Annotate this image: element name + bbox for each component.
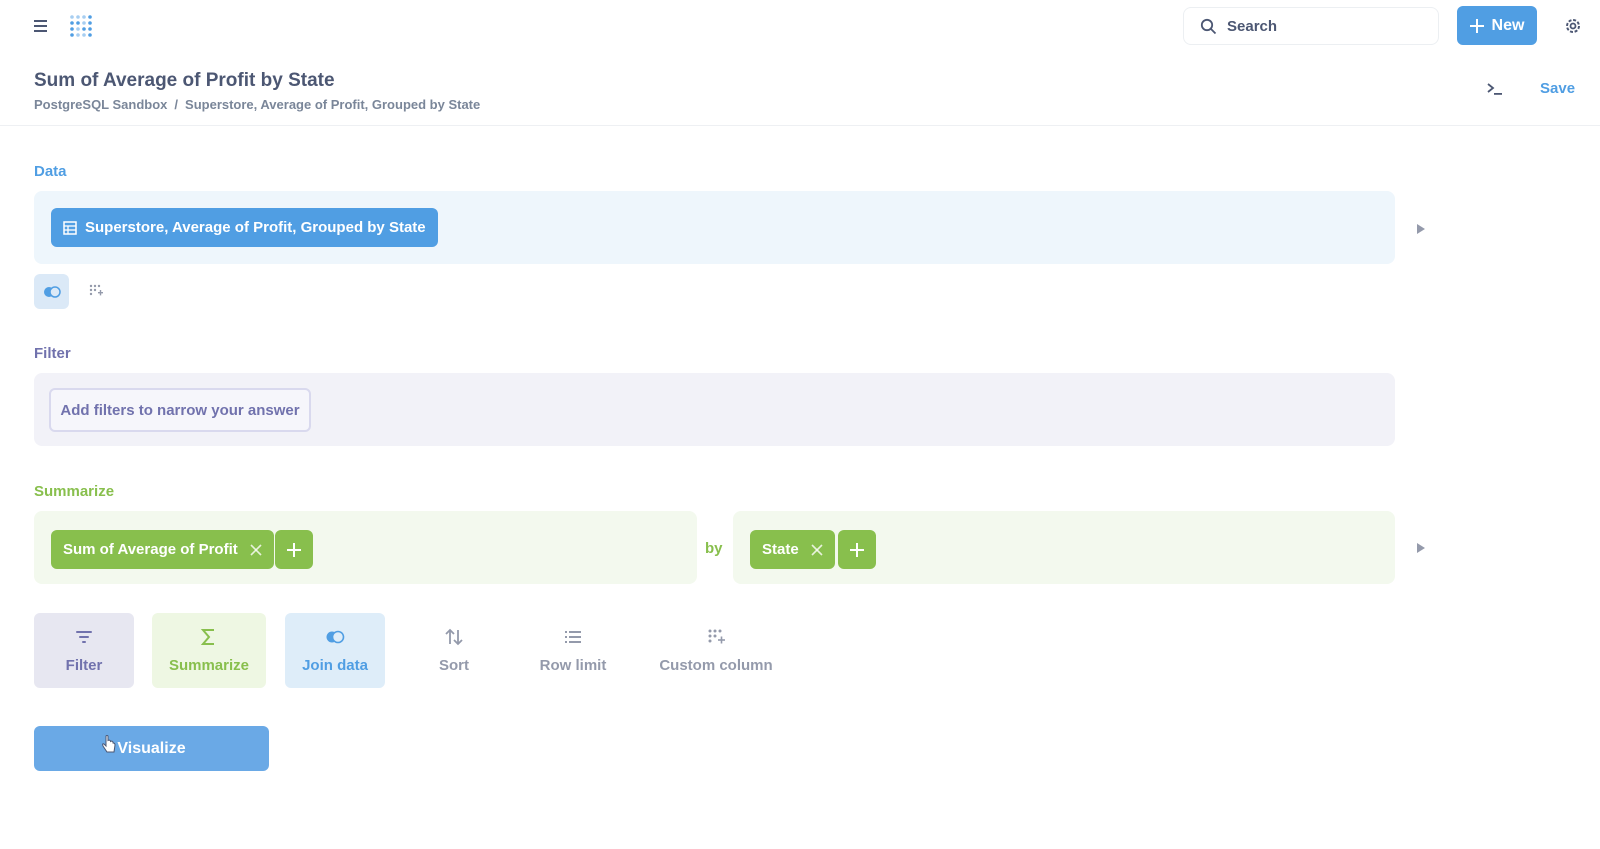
gear-icon[interactable] [1563,16,1583,36]
add-metric-button[interactable] [275,530,313,569]
search-icon [1200,18,1217,34]
custom-column-action-label: Custom column [659,657,773,674]
custom-column-action-button[interactable]: Custom column [655,613,777,688]
custom-column-icon[interactable] [88,283,104,299]
data-section-label: Data [34,163,67,180]
sort-action-button[interactable]: Sort [410,613,498,688]
summarize-action-label: Summarize [168,657,250,674]
table-icon [63,220,77,235]
sort-icon [445,628,463,646]
header-divider [0,125,1600,126]
save-button[interactable]: Save [1540,80,1575,97]
add-filter-button[interactable]: Add filters to narrow your answer [49,388,311,432]
breadcrumb-table[interactable]: Superstore, Average of Profit, Grouped b… [185,97,480,112]
search-bar[interactable]: Search [1183,7,1439,45]
breakout-pill[interactable]: State [750,530,835,569]
join-data-small-button[interactable] [34,274,69,309]
breadcrumb: PostgreSQL Sandbox / Superstore, Average… [34,97,480,112]
row-limit-action-label: Row limit [539,657,607,674]
join-data-action-label: Join data [302,657,368,674]
row-limit-action-button[interactable]: Row limit [530,613,616,688]
join-data-action-button[interactable]: Join data [285,613,385,688]
filter-section-label: Filter [34,345,71,362]
new-button-label: New [1491,16,1525,34]
filter-icon [76,631,92,643]
filter-action-label: Filter [65,657,103,674]
sigma-icon [200,629,214,645]
breadcrumb-separator: / [174,97,179,112]
sort-action-label: Sort [439,657,469,674]
top-navbar: Search New [0,0,1600,52]
search-label: Search [1227,17,1278,35]
custom-column-icon [708,629,725,644]
new-button[interactable]: New [1457,6,1537,45]
breadcrumb-database[interactable]: PostgreSQL Sandbox [34,97,167,112]
summarize-section-label: Summarize [34,483,115,500]
plus-icon [287,542,301,557]
list-icon [565,631,581,643]
close-icon[interactable] [811,543,823,556]
join-icon [43,285,61,298]
page-title: Sum of Average of Profit by State [34,70,335,91]
data-preview-arrow-icon[interactable] [1417,224,1425,234]
add-breakout-button[interactable] [838,530,876,569]
by-label: by [705,540,723,557]
plus-icon [1469,18,1484,33]
summarize-preview-arrow-icon[interactable] [1417,543,1425,553]
breakout-label: State [762,541,799,558]
close-icon[interactable] [250,543,262,556]
hand-cursor-icon [102,735,116,753]
metric-pill[interactable]: Sum of Average of Profit [51,530,274,569]
visualize-button[interactable]: Visualize [34,726,269,771]
metric-label: Sum of Average of Profit [63,541,238,558]
hamburger-icon[interactable] [30,15,52,37]
console-icon[interactable] [1486,81,1504,97]
data-source-pill[interactable]: Superstore, Average of Profit, Grouped b… [51,208,438,247]
filter-action-button[interactable]: Filter [34,613,134,688]
plus-icon [850,542,864,557]
summarize-action-button[interactable]: Summarize [152,613,266,688]
join-icon [326,630,345,644]
data-source-label: Superstore, Average of Profit, Grouped b… [85,219,426,236]
metabase-logo[interactable] [66,11,98,43]
